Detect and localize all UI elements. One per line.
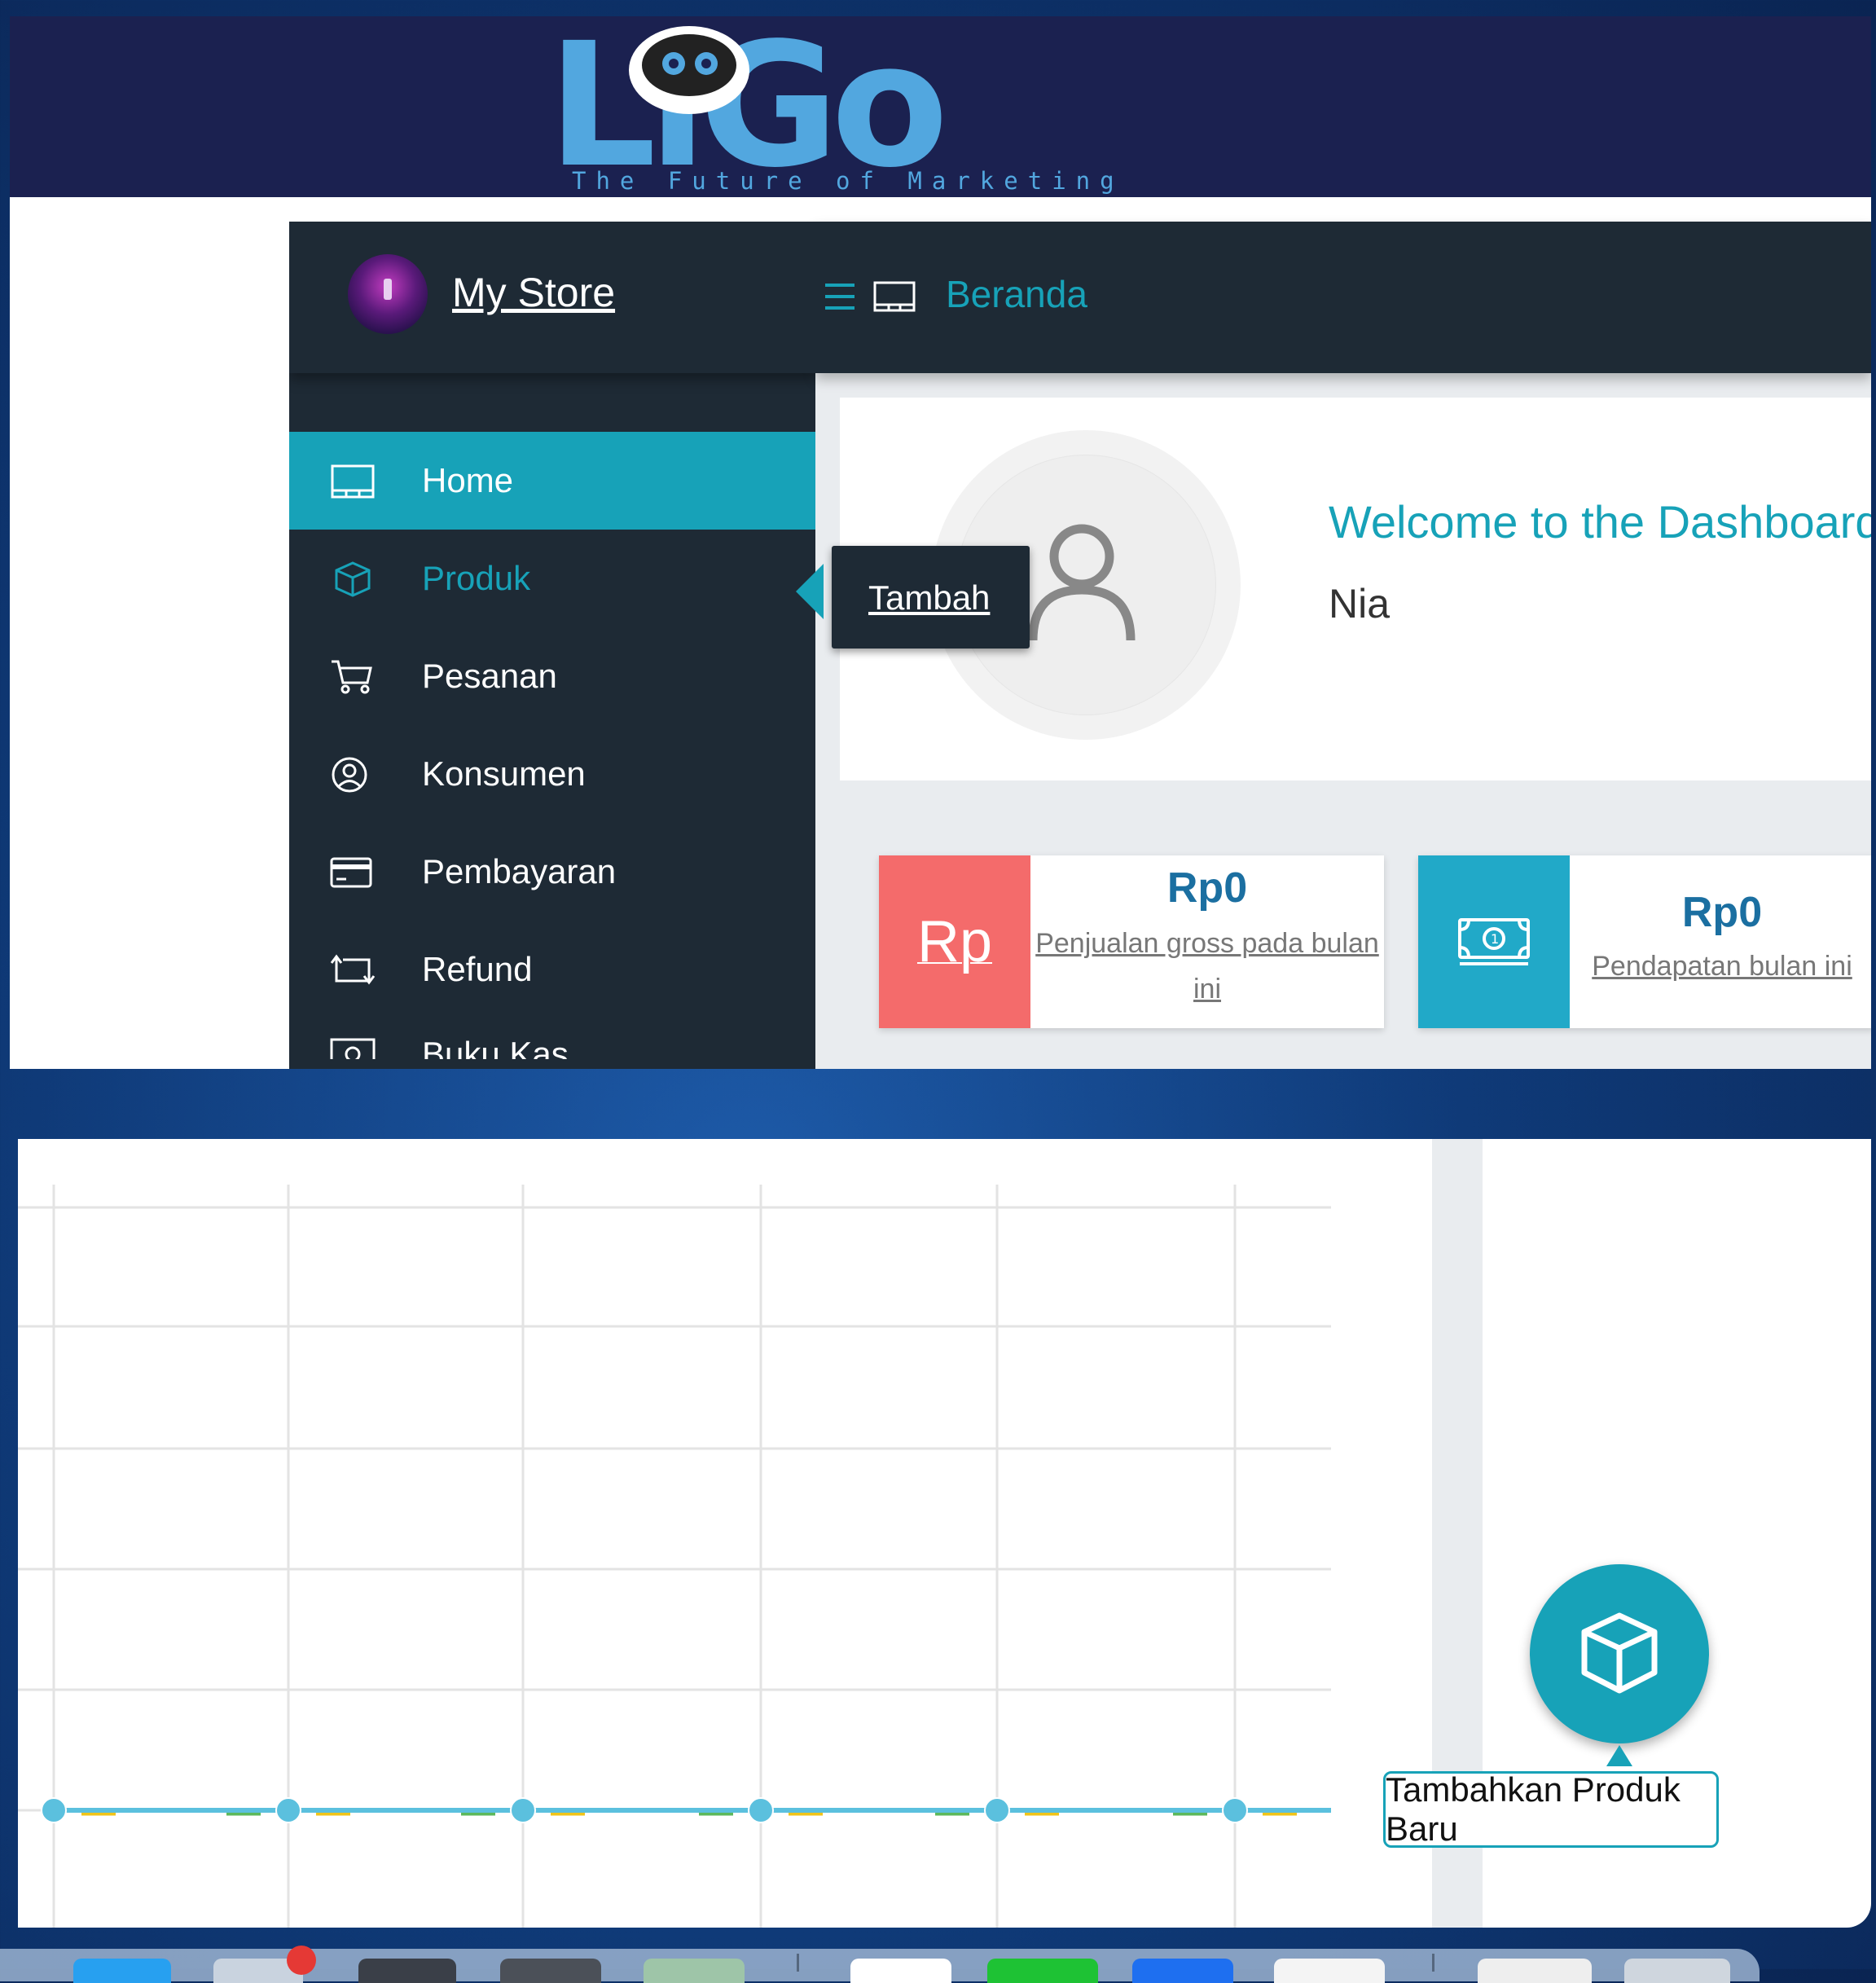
sidebar-item-label: Pesanan (422, 657, 557, 695)
flyout-pointer (796, 564, 824, 619)
user-silhouette-icon (1028, 524, 1136, 641)
sidebar-item-produk[interactable]: Produk (289, 530, 815, 627)
dock-app-icon[interactable] (850, 1959, 951, 1983)
rupiah-icon: Rp (916, 909, 993, 974)
box-icon (335, 561, 371, 597)
topbar: Beranda (815, 222, 1871, 373)
sidebar-item-home[interactable]: Home (289, 432, 815, 530)
dock-app-icon[interactable] (500, 1959, 601, 1983)
series-point (1222, 1797, 1248, 1823)
sidebar-item-pesanan[interactable]: Pesanan (289, 627, 815, 725)
stat-value: Rp0 (1681, 889, 1763, 936)
store-name-link[interactable]: My Store (452, 269, 615, 316)
sidebar-item-label: Konsumen (422, 754, 586, 793)
sidebar-item-refund[interactable]: Refund (289, 921, 815, 1018)
sidebar-item-buku-kas[interactable]: Buku Kas (289, 1018, 815, 1059)
dock-app-icon[interactable] (1478, 1959, 1592, 1983)
dock-app-icon[interactable] (987, 1959, 1098, 1983)
sidebar-item-label: Refund (422, 950, 533, 988)
series-point (748, 1797, 774, 1823)
sales-chart (18, 1139, 1338, 1928)
sidebar-item-konsumen[interactable]: Konsumen (289, 725, 815, 823)
home-icon (873, 281, 916, 312)
welcome-username: Nia (1329, 581, 1391, 627)
home-icon (331, 464, 375, 499)
robot-mascot-icon (629, 26, 749, 114)
stat-value: Rp0 (1166, 864, 1248, 912)
user-circle-icon (332, 757, 367, 793)
app-frame: My Store Home Produk Pesanan Konsumen Pe… (289, 222, 1871, 1069)
sidebar-item-label: Buku Kas (422, 1035, 569, 1059)
add-product-tooltip: Tambahkan Produk Baru (1383, 1770, 1719, 1848)
brand-logo[interactable]: LiGo The Future of Marketing (547, 16, 1114, 197)
dock-app-icon[interactable] (1132, 1959, 1233, 1983)
tooltip-pointer (1606, 1745, 1632, 1766)
dashboard-screenshot-bottom: Tambahkan Produk Baru (18, 1139, 1871, 1928)
store-header: My Store (289, 222, 815, 373)
notification-badge (287, 1946, 316, 1975)
series-point (275, 1797, 301, 1823)
stat-card-income: 1 Rp0 Pendapatan bulan ini (1418, 855, 1871, 1028)
line-chart (18, 1185, 1331, 1928)
add-product-fab[interactable] (1530, 1564, 1709, 1743)
dock-app-icon[interactable] (644, 1959, 745, 1983)
cash-icon (330, 1038, 376, 1059)
refund-icon (330, 954, 376, 985)
rupiah-icon-box: Rp (879, 855, 1030, 1028)
dock-app-icon[interactable] (73, 1959, 171, 1983)
stat-label-link[interactable]: Penjualan gross pada bulan ini (1030, 921, 1384, 1012)
stat-label-link[interactable]: Pendapatan bulan ini (1570, 943, 1871, 989)
brand-banner: LiGo The Future of Marketing (10, 16, 1871, 197)
sidebar-item-pembayaran[interactable]: Pembayaran (289, 823, 815, 921)
produk-submenu-flyout: Tambah (832, 546, 1030, 649)
money-icon: 1 (1458, 918, 1530, 965)
welcome-title: Welcome to the Dashboard (1329, 496, 1871, 547)
sidebar: My Store Home Produk Pesanan Konsumen Pe… (289, 222, 815, 1069)
series-point (41, 1797, 67, 1823)
series-point (510, 1797, 536, 1823)
box-icon (1581, 1612, 1658, 1694)
dock-app-icon[interactable] (1274, 1959, 1385, 1983)
cart-icon (332, 660, 372, 694)
sidebar-item-label: Pembayaran (422, 852, 617, 890)
sidebar-item-label: Home (422, 461, 514, 499)
svg-text:1: 1 (1491, 931, 1499, 947)
breadcrumb[interactable]: Beranda (946, 272, 1087, 316)
stat-card-gross-sales: Rp Rp0 Penjualan gross pada bulan ini (879, 855, 1384, 1028)
money-icon-box: 1 (1418, 855, 1570, 1028)
hamburger-menu-icon[interactable] (824, 282, 856, 311)
dock-app-icon[interactable] (1624, 1959, 1730, 1983)
credit-card-icon (330, 857, 372, 888)
store-avatar[interactable] (348, 254, 428, 334)
submenu-tambah-link[interactable]: Tambah (868, 578, 990, 618)
series-point (984, 1797, 1010, 1823)
sidebar-item-label: Produk (422, 559, 531, 597)
logo-tagline: The Future of Marketing (572, 167, 1124, 195)
sidebar-nav: Home Produk Pesanan Konsumen Pembayaran … (289, 432, 815, 1059)
dashboard-screenshot-top: LiGo The Future of Marketing My Store Ho… (10, 16, 1871, 1069)
dock-app-icon[interactable] (358, 1959, 456, 1983)
